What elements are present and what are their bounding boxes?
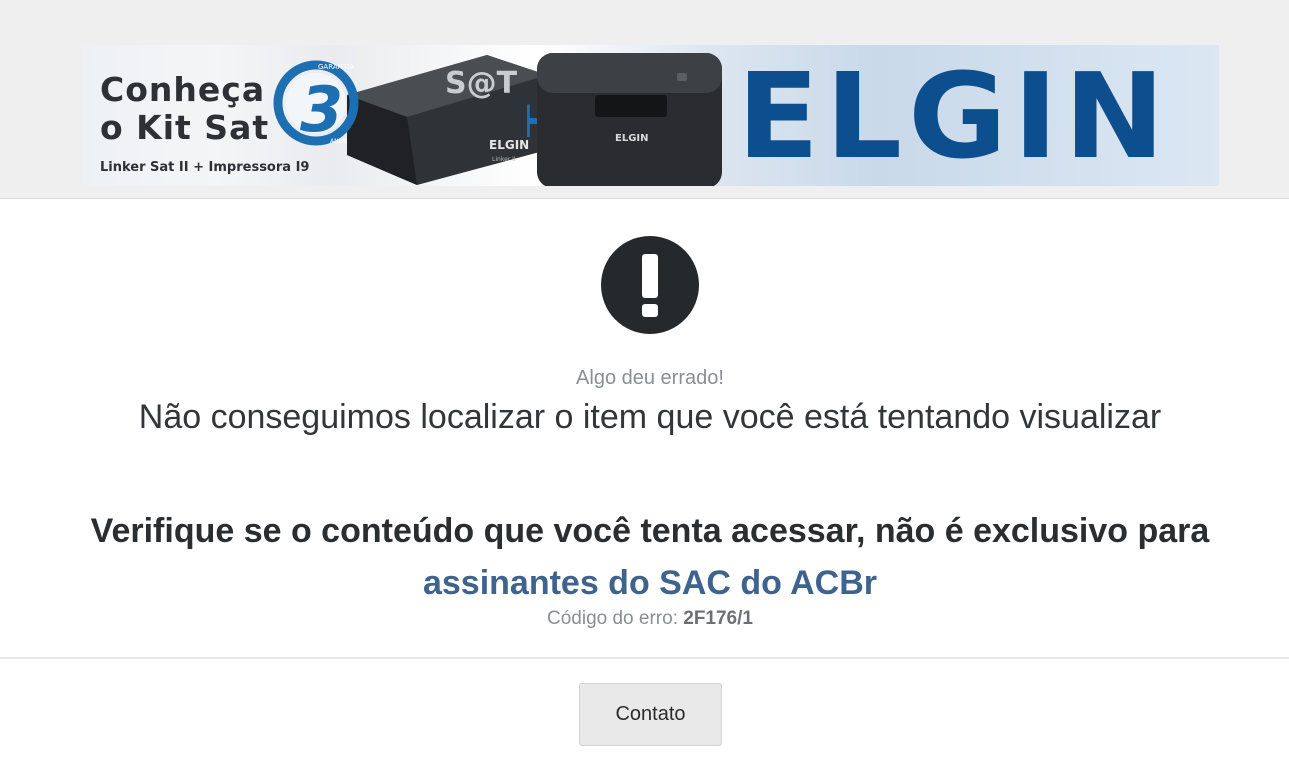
- ad-banner[interactable]: Conheça o Kit Sat Linker Sat II + Impres…: [82, 45, 1219, 186]
- error-headline: Não conseguimos localizar o item que voc…: [138, 398, 1162, 436]
- svg-text:ANOS: ANOS: [330, 138, 347, 145]
- svg-text:Linker II: Linker II: [492, 156, 516, 163]
- warranty-badge-icon: 3 GARANTIA ANOS: [273, 60, 359, 146]
- badge-number: 3: [300, 73, 343, 146]
- printer-image: + ELGIN: [527, 53, 722, 186]
- error-code-label: Código do erro:: [547, 608, 684, 629]
- error-code: Código do erro: 2F176/1: [0, 608, 1289, 630]
- banner-headline: Conheça o Kit Sat: [100, 70, 270, 147]
- error-code-value: 2F176/1: [683, 608, 753, 629]
- elgin-logo: ELGIN: [737, 47, 1171, 185]
- banner-subline: Linker Sat II + Impressora I9: [100, 160, 310, 175]
- svg-text:GARANTIA: GARANTIA: [318, 63, 354, 71]
- header-band: Conheça o Kit Sat Linker Sat II + Impres…: [0, 0, 1289, 199]
- subscribers-link[interactable]: assinantes do SAC do ACBr: [423, 564, 877, 602]
- error-subtitle: Algo deu errado!: [576, 367, 724, 389]
- exclamation-circle-icon: [601, 236, 699, 334]
- sat-label: S@T: [445, 66, 518, 101]
- exclusivity-notice: Verifique se o conteúdo que você tenta a…: [0, 505, 1289, 609]
- sat-device-image: S@T ELGIN Linker II: [347, 55, 547, 185]
- footer-divider: [0, 657, 1289, 659]
- contact-button[interactable]: Contato: [579, 683, 722, 746]
- svg-text:ELGIN: ELGIN: [615, 133, 649, 144]
- exclusivity-text: Verifique se o conteúdo que você tenta a…: [90, 512, 1210, 550]
- device-brand: ELGIN: [489, 138, 529, 152]
